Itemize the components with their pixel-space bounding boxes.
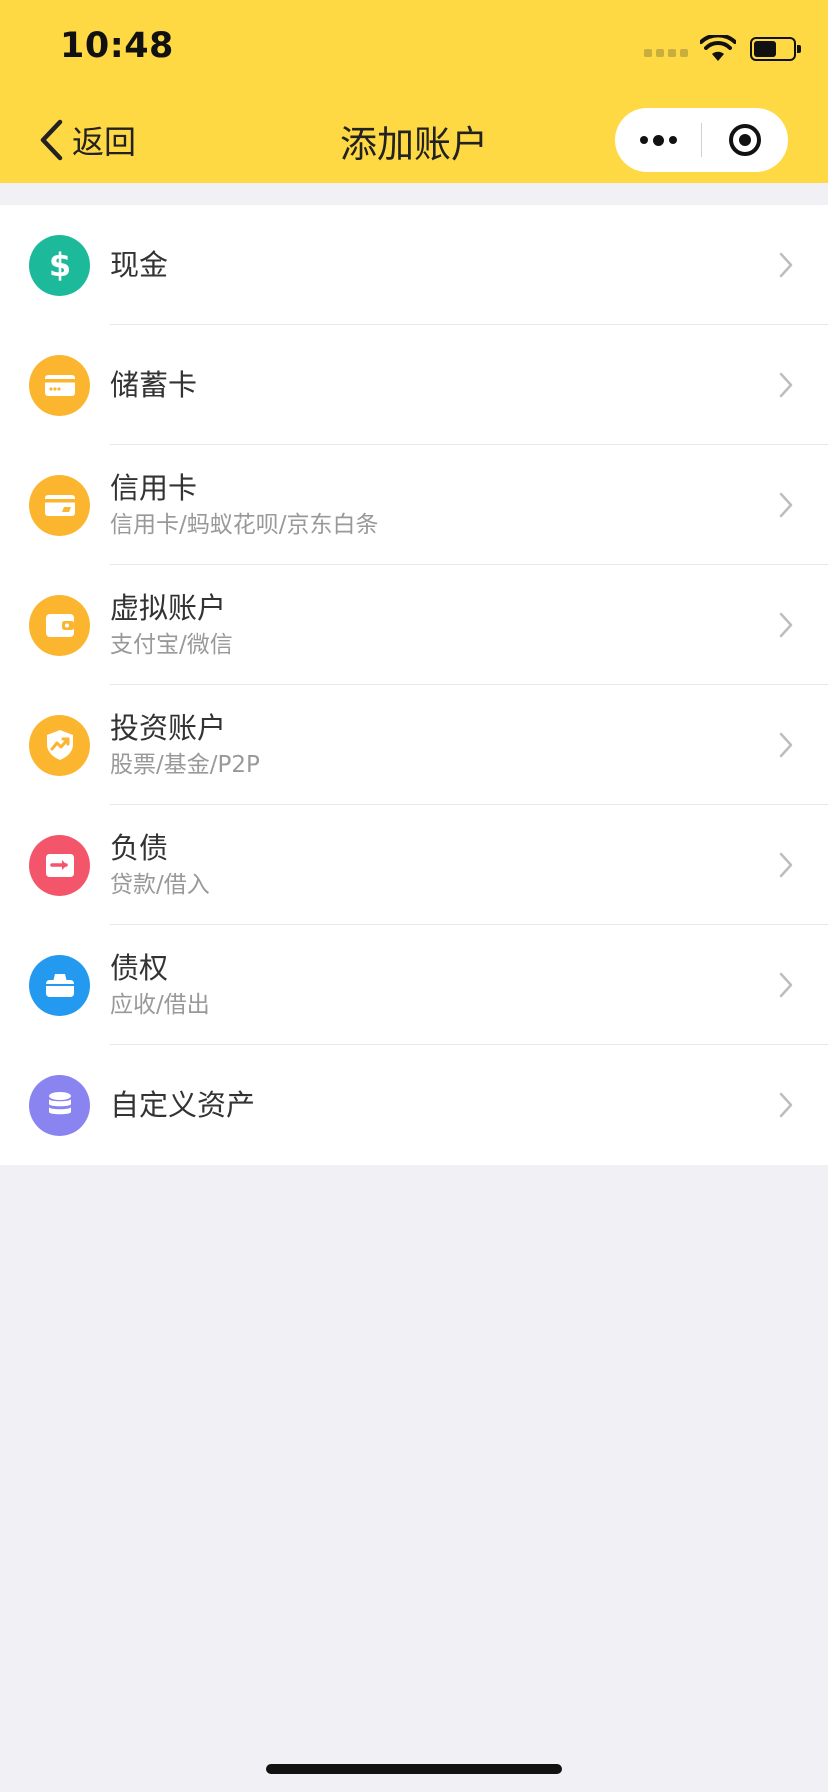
target-icon [729,124,761,156]
more-button[interactable] [615,108,701,172]
wallet-icon [29,594,90,656]
list-item-title: 信用卡 [110,471,198,505]
list-item-title: 投资账户 [110,711,227,745]
chevron-left-icon [40,119,63,161]
list-item-subtitle: 股票/基金/P2P [110,752,260,778]
list-item-subtitle: 应收/借出 [110,992,210,1018]
list-item-receivable[interactable]: 债权 应收/借出 [0,925,828,1045]
chevron-right-icon [779,492,793,518]
status-time: 10:48 [60,26,174,66]
account-type-list: $ 现金 储蓄卡 信用卡 信用卡/蚂蚁花呗/京东白条 虚拟账户 支付宝/微信 投… [0,205,828,1165]
list-item-subtitle: 支付宝/微信 [110,632,233,658]
status-indicators [644,32,801,66]
chevron-right-icon [779,852,793,878]
header-bar: 10:48 返回 添加账户 [0,0,828,183]
investment-shield-icon [29,714,90,776]
coin-stack-icon [29,1074,90,1136]
chevron-right-icon [779,1092,793,1118]
chevron-right-icon [779,612,793,638]
list-item-title: 负债 [110,831,169,865]
receivable-icon [29,954,90,1016]
list-item-title: 虚拟账户 [110,591,227,625]
list-item-title: 现金 [110,248,169,282]
close-miniprogram-button[interactable] [702,108,788,172]
chevron-right-icon [779,972,793,998]
list-item-debt[interactable]: 负债 贷款/借入 [0,805,828,925]
svg-text:$: $ [48,247,70,283]
list-item-investment-account[interactable]: 投资账户 股票/基金/P2P [0,685,828,805]
list-item-virtual-account[interactable]: 虚拟账户 支付宝/微信 [0,565,828,685]
miniprogram-capsule [615,108,788,172]
list-item-debit-card[interactable]: 储蓄卡 [0,325,828,445]
debt-icon [29,834,90,896]
list-item-subtitle: 贷款/借入 [110,872,210,898]
list-item-subtitle: 信用卡/蚂蚁花呗/京东白条 [110,512,379,538]
list-item-credit-card[interactable]: 信用卡 信用卡/蚂蚁花呗/京东白条 [0,445,828,565]
chevron-right-icon [779,372,793,398]
signal-icon [644,49,688,57]
list-item-title: 自定义资产 [110,1088,256,1122]
list-item-title: 储蓄卡 [110,368,198,402]
list-item-title: 债权 [110,951,169,985]
battery-icon [750,37,801,61]
list-item-custom-asset[interactable]: 自定义资产 [0,1045,828,1165]
credit-card-icon [29,474,90,536]
more-dots-icon [639,134,677,146]
chevron-right-icon [779,732,793,758]
debit-card-icon [29,354,90,416]
wifi-icon [700,35,736,61]
back-label: 返回 [72,123,137,161]
chevron-right-icon [779,252,793,278]
back-button[interactable]: 返回 [38,118,136,162]
dollar-icon: $ [29,234,90,296]
home-indicator[interactable] [266,1764,562,1774]
list-item-cash[interactable]: $ 现金 [0,205,828,325]
